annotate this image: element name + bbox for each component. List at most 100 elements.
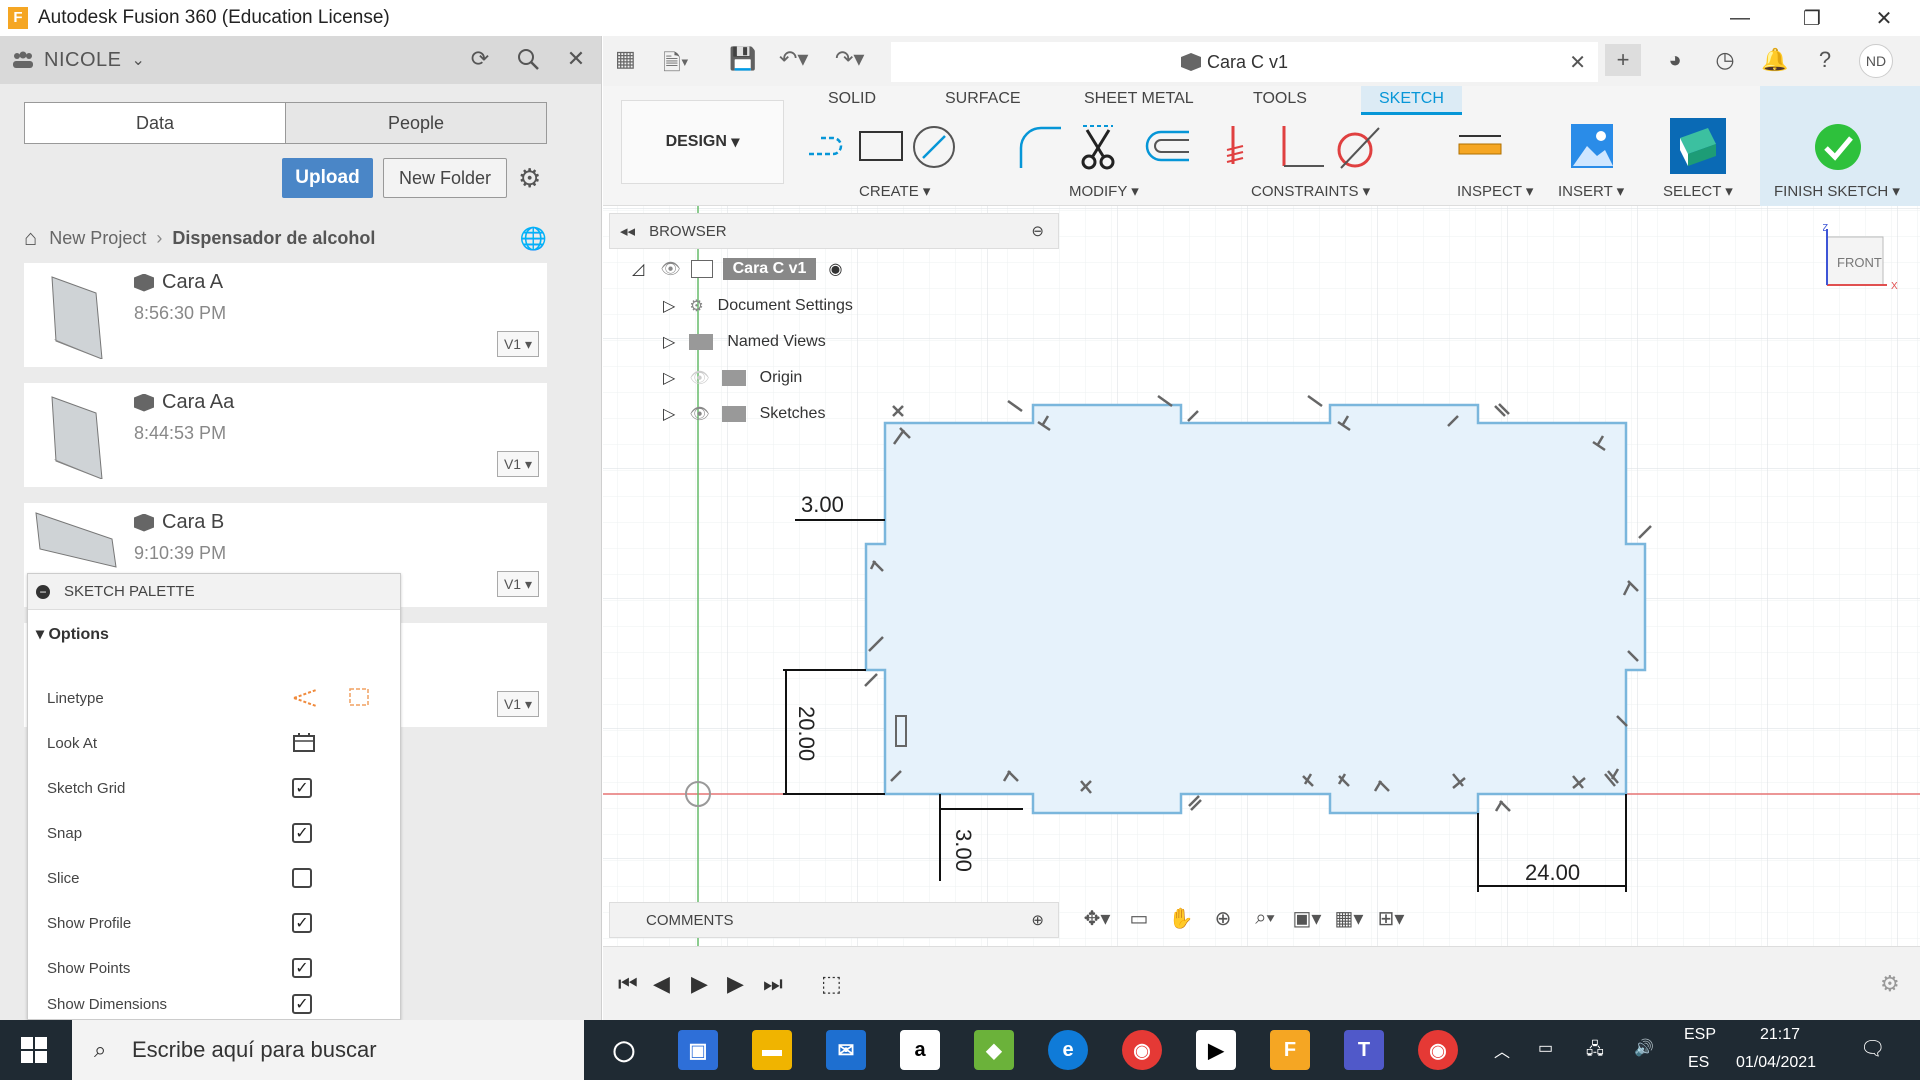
task-view-icon[interactable]: ◯ (604, 1030, 644, 1070)
expand-icon[interactable]: ▷ (663, 296, 675, 316)
chrome-profile-icon[interactable]: ◉ (1418, 1030, 1458, 1070)
dimension-label[interactable]: 20.00 (794, 706, 819, 761)
horizontal-vertical-constraint-icon[interactable] (1223, 122, 1273, 172)
grid-settings-icon[interactable]: ▦▾ (1335, 904, 1364, 932)
media-app-icon[interactable]: ▶ (1196, 1030, 1236, 1070)
eye-icon[interactable]: 👁 (689, 404, 709, 424)
sketch-viewport[interactable]: 3.00 20.00 3.00 24.00 (603, 206, 1920, 946)
file-card[interactable]: Cara Aa 8:44:53 PM V1 ▾ (24, 383, 547, 487)
previous-step-icon[interactable]: ◀ (653, 971, 670, 997)
sketch-profile[interactable] (864, 403, 1647, 815)
save-icon[interactable]: 💾 (729, 46, 756, 72)
pan-icon[interactable]: ✋ (1167, 904, 1195, 932)
dimension-label[interactable]: 3.00 (951, 829, 976, 872)
expand-icon[interactable]: ▷ (663, 368, 675, 388)
file-icon[interactable]: 🗎▾ (663, 46, 689, 84)
version-dropdown[interactable]: V1 ▾ (497, 691, 539, 717)
measure-tool-icon[interactable] (1455, 122, 1505, 172)
select-menu[interactable]: SELECT ▾ (1663, 182, 1733, 200)
new-folder-button[interactable]: New Folder (383, 158, 507, 198)
sketch-palette-header[interactable]: − SKETCH PALETTE (28, 574, 400, 610)
gear-icon[interactable]: ⚙ (518, 163, 546, 193)
grid-menu-icon[interactable]: ▦ (615, 46, 636, 72)
amazon-icon[interactable]: a (900, 1030, 940, 1070)
last-step-icon[interactable]: ⏭ (763, 971, 783, 997)
globe-icon[interactable]: 🌐 (520, 226, 547, 252)
circle-tool-icon[interactable] (909, 122, 959, 172)
show-points-checkbox[interactable]: ✓ (292, 958, 312, 978)
job-status-icon[interactable]: ◷ (1709, 44, 1741, 76)
fusion-taskbar-icon[interactable]: F (1270, 1030, 1310, 1070)
show-profile-checkbox[interactable]: ✓ (292, 913, 312, 933)
version-dropdown[interactable]: V1 ▾ (497, 451, 539, 477)
tab-sketch[interactable]: SKETCH (1361, 86, 1462, 115)
browser-panel-header[interactable]: ◂◂ BROWSER ⊖ (609, 213, 1059, 249)
browser-item[interactable]: ▷ Named Views (663, 332, 826, 352)
extensions-icon[interactable]: ◕ (1659, 44, 1691, 76)
browser-root-row[interactable]: ◿ 👁 Cara C v1 ◉ (632, 258, 842, 280)
file-card[interactable]: Cara A 8:56:30 PM V1 ▾ (24, 263, 547, 367)
collapse-browser-icon[interactable]: ◂◂ (620, 222, 635, 240)
close-icon[interactable]: ✕ (563, 46, 589, 72)
clock-date[interactable]: 01/04/2021 (1736, 1054, 1816, 1072)
show-dimensions-checkbox[interactable]: ✓ (292, 994, 312, 1014)
minimize-button[interactable]: — (1704, 0, 1776, 36)
rectangle-tool-icon[interactable] (856, 122, 906, 172)
expand-icon[interactable]: ◿ (632, 259, 644, 279)
comments-panel[interactable]: COMMENTS ⊕ (609, 902, 1059, 938)
coincident-constraint-icon[interactable] (1276, 122, 1326, 172)
chrome-icon[interactable]: ◉ (1122, 1030, 1162, 1070)
options-section[interactable]: ▾ Options (28, 610, 400, 644)
tab-sheet-metal[interactable]: SHEET METAL (1084, 90, 1194, 108)
viewcube[interactable]: FRONT Z X (1822, 223, 1903, 308)
line-tool-icon[interactable] (803, 122, 853, 172)
browser-minus-icon[interactable]: ⊖ (1031, 222, 1044, 240)
finish-sketch-menu[interactable]: FINISH SKETCH ▾ (1774, 182, 1900, 200)
workspace-dropdown[interactable]: DESIGN ▾ (621, 100, 784, 184)
orbit-icon[interactable]: ✥▾ (1083, 904, 1111, 932)
inspect-menu[interactable]: INSPECT ▾ (1457, 182, 1533, 200)
chevron-down-icon[interactable]: ⌄ (131, 50, 144, 70)
teams-icon[interactable]: T (1344, 1030, 1384, 1070)
version-dropdown[interactable]: V1 ▾ (497, 571, 539, 597)
close-button[interactable]: ✕ (1848, 0, 1920, 36)
tab-tools[interactable]: TOOLS (1253, 90, 1307, 108)
fit-icon[interactable]: ⌕▾ (1251, 904, 1279, 932)
add-comment-icon[interactable]: ⊕ (1031, 911, 1044, 929)
centerline-linetype-icon[interactable] (347, 686, 371, 712)
version-dropdown[interactable]: V1 ▾ (497, 331, 539, 357)
avatar[interactable]: ND (1859, 44, 1893, 78)
slice-checkbox[interactable] (292, 868, 312, 888)
expand-icon[interactable]: ▷ (663, 332, 675, 352)
play-icon[interactable]: ▶ (691, 971, 708, 997)
show-hidden-icons[interactable]: ︿ (1494, 1038, 1510, 1062)
tab-people[interactable]: People (286, 103, 546, 143)
mail-icon[interactable]: ✉ (826, 1030, 866, 1070)
tangent-constraint-icon[interactable] (1333, 122, 1383, 172)
battery-icon[interactable]: ▭ (1538, 1038, 1553, 1058)
volume-icon[interactable]: 🔊 (1634, 1038, 1654, 1058)
store-icon[interactable]: ▣ (678, 1030, 718, 1070)
next-step-icon[interactable]: ▶ (727, 971, 744, 997)
fillet-tool-icon[interactable] (1015, 122, 1065, 172)
look-at-icon[interactable]: ▭ (1125, 904, 1153, 932)
insert-menu[interactable]: INSERT ▾ (1558, 182, 1624, 200)
tab-data[interactable]: Data (25, 103, 286, 143)
look-at-icon[interactable] (292, 731, 316, 757)
sketch-canvas[interactable]: 3.00 20.00 3.00 24.00 FRONT Z X (603, 206, 1920, 946)
dimension-label[interactable]: 24.00 (1525, 860, 1580, 885)
modify-menu[interactable]: MODIFY ▾ (1069, 182, 1139, 200)
close-tab-icon[interactable]: ✕ (1569, 50, 1586, 75)
select-tool-icon[interactable] (1670, 118, 1726, 174)
viewports-icon[interactable]: ⊞▾ (1377, 904, 1405, 932)
new-tab-icon[interactable]: + (1605, 44, 1641, 76)
document-tab[interactable]: Cara C v1 ✕ (891, 42, 1598, 82)
snap-checkbox[interactable]: ✓ (292, 823, 312, 843)
activate-radio-icon[interactable]: ◉ (828, 259, 842, 279)
start-windows-icon[interactable] (14, 1030, 54, 1070)
language-top[interactable]: ESP (1684, 1026, 1716, 1044)
expand-icon[interactable]: ▷ (663, 404, 675, 424)
taskbar-search[interactable]: ⌕ Escribe aquí para buscar (72, 1020, 584, 1080)
notification-center-icon[interactable]: 🗨 (1860, 1036, 1885, 1061)
insert-image-icon[interactable] (1567, 122, 1617, 172)
